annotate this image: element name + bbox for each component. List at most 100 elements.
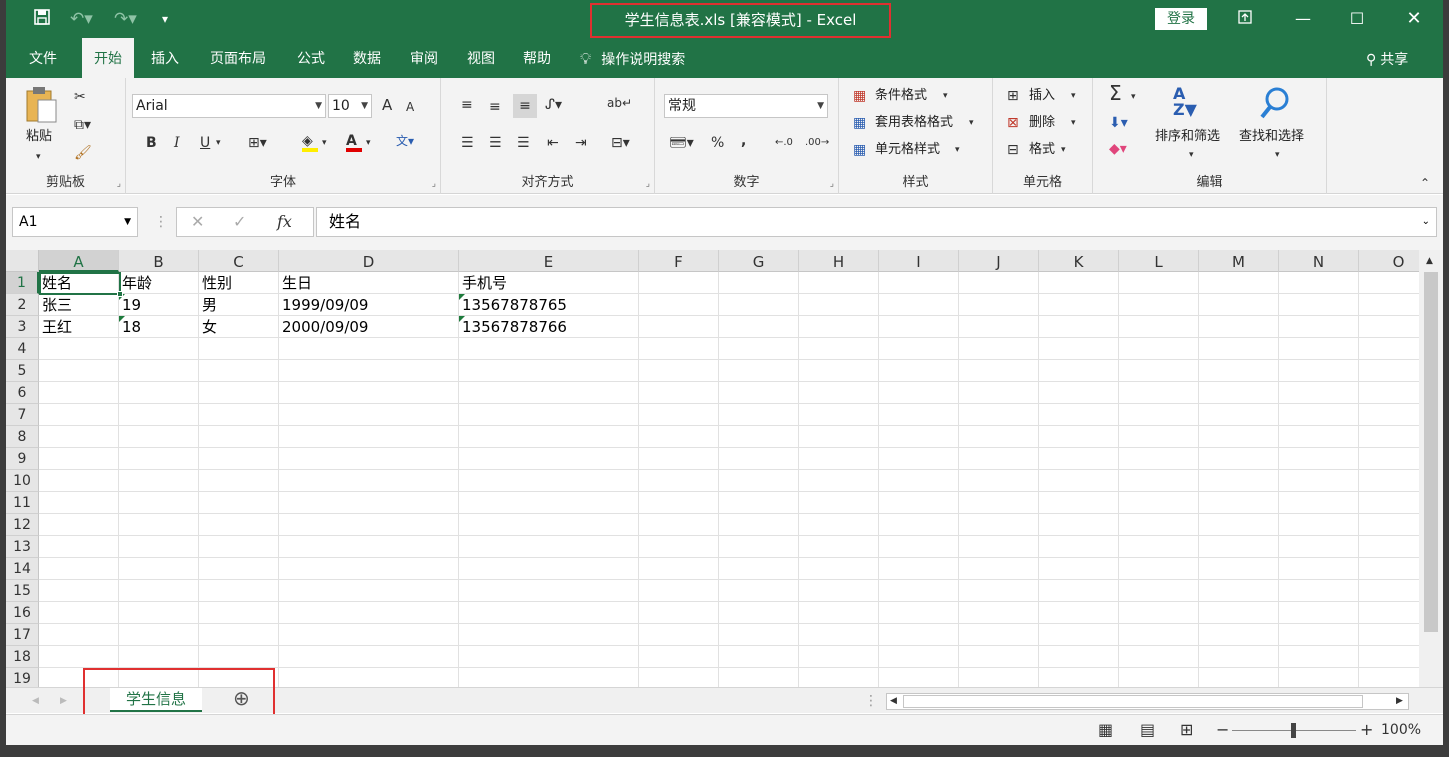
increase-indent-icon[interactable]: ⇥	[575, 134, 587, 152]
scroll-right-icon[interactable]: ▶	[1396, 694, 1403, 709]
scroll-thumb[interactable]	[1424, 272, 1438, 632]
row-header-14[interactable]: 14	[6, 558, 39, 580]
tab-insert[interactable]: 插入	[142, 38, 188, 78]
row-header-3[interactable]: 3	[6, 316, 39, 338]
sort-filter-button[interactable]: A Z▼ 排序和筛选 ▾	[1151, 86, 1231, 166]
row-header-6[interactable]: 6	[6, 382, 39, 404]
wrap-text-icon[interactable]: ab↵	[607, 94, 632, 112]
clear-icon[interactable]: ◆▾	[1109, 140, 1127, 158]
format-painter-icon[interactable]: 🖌︎	[74, 144, 92, 162]
tab-page-layout[interactable]: 页面布局	[202, 38, 274, 78]
clipboard-launcher-icon[interactable]: ⌟	[117, 179, 121, 189]
font-color-dropdown-icon[interactable]: ▾	[366, 134, 371, 152]
column-header-f[interactable]: F	[639, 250, 719, 272]
zoom-in-icon[interactable]: +	[1360, 721, 1373, 739]
decrease-indent-icon[interactable]: ⇤	[547, 134, 559, 152]
row-header-11[interactable]: 11	[6, 492, 39, 514]
align-right-icon[interactable]: ☰	[517, 134, 530, 152]
save-icon[interactable]	[33, 8, 51, 32]
expand-formula-icon[interactable]: ⌄	[1422, 208, 1430, 236]
page-layout-view-icon[interactable]: ▤	[1140, 721, 1155, 739]
tab-file[interactable]: 文件	[20, 38, 66, 78]
row-header-17[interactable]: 17	[6, 624, 39, 646]
underline-button[interactable]: U	[200, 134, 210, 152]
row-header-1[interactable]: 1	[6, 272, 39, 294]
align-center-icon[interactable]: ☰	[489, 134, 502, 152]
page-break-view-icon[interactable]: ⊞	[1180, 721, 1193, 739]
close-icon[interactable]: ✕	[1402, 7, 1426, 31]
column-header-g[interactable]: G	[719, 250, 799, 272]
maximize-icon[interactable]: ☐	[1345, 7, 1369, 31]
redo-icon[interactable]: ↷▾	[114, 8, 137, 30]
borders-icon[interactable]: ⊞▾	[248, 134, 267, 152]
column-header-d[interactable]: D	[279, 250, 459, 272]
fill-color-dropdown-icon[interactable]: ▾	[322, 134, 327, 152]
insert-function-button[interactable]: fx	[277, 213, 292, 231]
split-handle-icon[interactable]: ⋮	[864, 692, 878, 710]
column-header-k[interactable]: K	[1039, 250, 1119, 272]
column-header-j[interactable]: J	[959, 250, 1039, 272]
number-launcher-icon[interactable]: ⌟	[830, 179, 834, 189]
cell-d3[interactable]: 2000/09/09	[279, 316, 458, 338]
number-format-combo[interactable]: 常规 ▼	[664, 94, 828, 118]
copy-icon[interactable]: ⧉▾	[74, 116, 91, 134]
font-color-icon[interactable]: A	[346, 132, 362, 152]
cell-e1[interactable]: 手机号	[459, 272, 638, 294]
percent-style-button[interactable]: %	[711, 134, 724, 152]
column-header-c[interactable]: C	[199, 250, 279, 272]
column-header-l[interactable]: L	[1119, 250, 1199, 272]
tab-review[interactable]: 审阅	[401, 38, 447, 78]
cell-e2[interactable]: 13567878765	[459, 294, 638, 316]
align-bottom-icon[interactable]: ≡	[513, 94, 537, 118]
align-top-icon[interactable]: ≡	[461, 96, 473, 114]
autosum-button[interactable]: Σ	[1109, 83, 1122, 103]
cell-c2[interactable]: 男	[199, 294, 278, 316]
orientation-icon[interactable]: ᔑ▾	[545, 96, 562, 114]
merge-center-icon[interactable]: ⊟▾	[611, 134, 630, 152]
alignment-launcher-icon[interactable]: ⌟	[646, 179, 650, 189]
font-launcher-icon[interactable]: ⌟	[432, 179, 436, 189]
cell-b1[interactable]: 年龄	[119, 272, 198, 294]
accounting-format-icon[interactable]: 💳︎▾	[669, 134, 694, 152]
increase-decimal-icon[interactable]: ←.0	[775, 134, 793, 152]
column-header-n[interactable]: N	[1279, 250, 1359, 272]
cell-a3[interactable]: 王红	[39, 316, 118, 338]
cell-e3[interactable]: 13567878766	[459, 316, 638, 338]
cell-b2[interactable]: 19	[119, 294, 198, 316]
find-select-button[interactable]: 查找和选择 ▾	[1237, 86, 1317, 166]
cut-icon[interactable]: ✂	[74, 88, 86, 106]
tab-home[interactable]: 开始	[82, 38, 134, 78]
cell-c3[interactable]: 女	[199, 316, 278, 338]
comma-style-button[interactable]: ,	[741, 132, 746, 150]
row-header-13[interactable]: 13	[6, 536, 39, 558]
worksheet-grid[interactable]: ABCDEFGHIJKLMNO 1 2 3 4 5 6 7 8 9 10 11 12 13 14 15 16 1…	[6, 250, 1443, 687]
tab-view[interactable]: 视图	[458, 38, 504, 78]
row-header-4[interactable]: 4	[6, 338, 39, 360]
next-sheet-icon[interactable]: ▶	[60, 692, 67, 710]
decrease-decimal-icon[interactable]: .00→	[805, 134, 829, 152]
column-header-a[interactable]: A	[39, 250, 119, 272]
cell-c1[interactable]: 性别	[199, 272, 278, 294]
select-all-button[interactable]	[6, 250, 39, 272]
ribbon-display-options-icon[interactable]	[1233, 7, 1257, 31]
row-header-16[interactable]: 16	[6, 602, 39, 624]
align-middle-icon[interactable]: ≡	[489, 98, 501, 116]
name-box[interactable]: A1 ▼	[12, 207, 138, 237]
cell-b3[interactable]: 18	[119, 316, 198, 338]
row-header-10[interactable]: 10	[6, 470, 39, 492]
enter-icon[interactable]: ✓	[233, 213, 246, 231]
zoom-out-icon[interactable]: −	[1216, 721, 1229, 739]
tab-help[interactable]: 帮助	[514, 38, 560, 78]
row-header-9[interactable]: 9	[6, 448, 39, 470]
normal-view-icon[interactable]: ▦	[1098, 721, 1113, 739]
column-header-h[interactable]: H	[799, 250, 879, 272]
increase-font-icon[interactable]: A	[382, 96, 392, 114]
fill-icon[interactable]: ⬇▾	[1109, 114, 1128, 132]
login-button[interactable]: 登录	[1155, 8, 1207, 30]
hscroll-thumb[interactable]	[903, 695, 1363, 708]
cancel-icon[interactable]: ✕	[191, 213, 204, 231]
undo-icon[interactable]: ↶▾	[70, 8, 93, 30]
row-header-19[interactable]: 19	[6, 668, 39, 687]
scroll-left-icon[interactable]: ◀	[890, 694, 897, 709]
row-header-2[interactable]: 2	[6, 294, 39, 316]
